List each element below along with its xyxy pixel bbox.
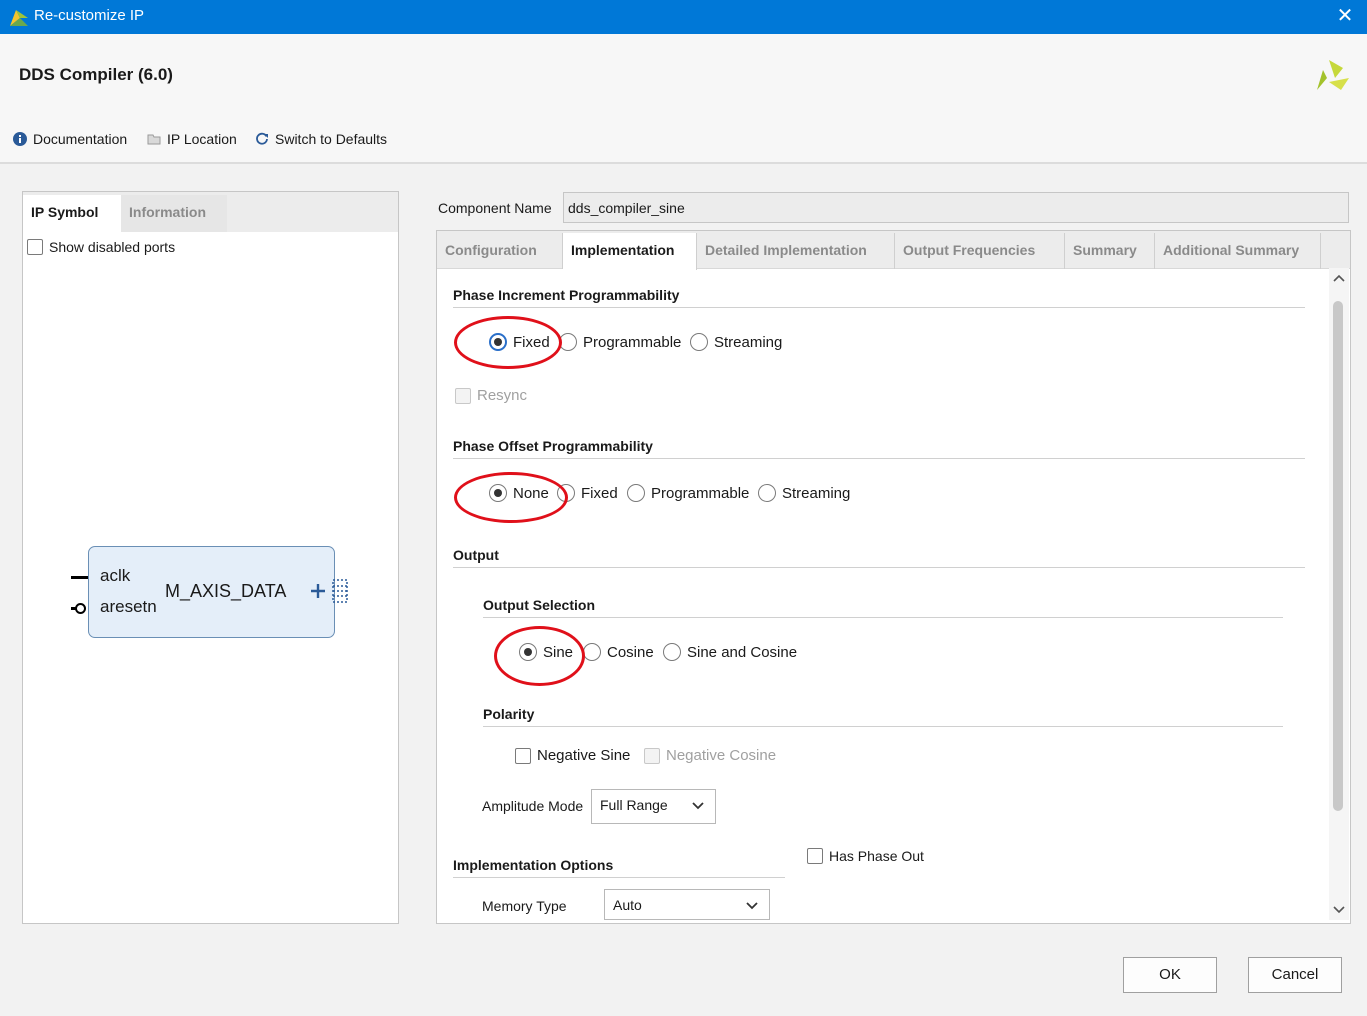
resync-option: Resync [455, 387, 527, 404]
scrollbar-thumb[interactable] [1333, 301, 1343, 811]
negative-sine-option[interactable]: Negative Sine [515, 747, 630, 764]
phase-inc-streaming[interactable]: Streaming [690, 333, 782, 351]
component-name-label: Component Name [438, 200, 552, 216]
phase-off-streaming-radio[interactable] [758, 484, 776, 502]
tab-output-frequencies[interactable]: Output Frequencies [895, 233, 1065, 269]
phase-off-programmable-radio[interactable] [627, 484, 645, 502]
port-m-axis-data: M_AXIS_DATA [165, 581, 287, 601]
phase-increment-title: Phase Increment Programmability [453, 287, 680, 303]
component-name-input[interactable]: dds_compiler_sine [563, 192, 1349, 223]
output-cosine[interactable]: Cosine [583, 643, 654, 661]
phase-off-programmable-label: Programmable [651, 484, 750, 502]
divider [483, 726, 1283, 727]
tab-implementation[interactable]: Implementation [563, 233, 697, 270]
highlight-circle [454, 472, 568, 523]
tab-ip-symbol[interactable]: IP Symbol [23, 195, 121, 232]
output-title: Output [453, 547, 499, 563]
show-disabled-ports-checkbox[interactable] [27, 239, 43, 255]
divider [453, 458, 1305, 459]
folder-icon [147, 134, 161, 145]
amplitude-mode-value: Full Range [600, 797, 668, 813]
output-cosine-radio[interactable] [583, 643, 601, 661]
phase-inc-programmable-label: Programmable [583, 333, 682, 351]
ip-title: DDS Compiler (6.0) [19, 65, 173, 84]
tab-configuration[interactable]: Configuration [437, 233, 563, 269]
app-logo-icon [10, 10, 28, 26]
switch-defaults-label: Switch to Defaults [275, 131, 388, 147]
documentation-label: Documentation [33, 131, 128, 147]
polarity-title: Polarity [483, 706, 535, 722]
tab-summary[interactable]: Summary [1065, 233, 1155, 269]
memory-type-value: Auto [613, 897, 642, 913]
phase-inc-streaming-radio[interactable] [690, 333, 708, 351]
output-selection-title: Output Selection [483, 597, 595, 613]
chevron-down-icon [746, 902, 758, 910]
xilinx-logo-icon [1317, 60, 1349, 90]
axis-bus-plus-icon[interactable] [309, 578, 349, 604]
chevron-up-icon[interactable] [1332, 272, 1346, 286]
output-cosine-label: Cosine [607, 643, 654, 661]
phase-offset-title: Phase Offset Programmability [453, 438, 653, 454]
output-sine-and-cosine-radio[interactable] [663, 643, 681, 661]
phase-inc-streaming-label: Streaming [714, 333, 783, 351]
output-sine-and-cosine-label: Sine and Cosine [687, 643, 798, 661]
aclk-pin [71, 576, 88, 579]
cancel-button[interactable]: Cancel [1248, 957, 1342, 993]
ok-button[interactable]: OK [1123, 957, 1217, 993]
info-icon [13, 132, 27, 146]
left-panel: IP Symbol Information Show disabled port… [22, 191, 399, 924]
divider [453, 877, 785, 878]
switch-defaults-button[interactable]: Switch to Defaults [255, 131, 387, 147]
documentation-button[interactable]: Documentation [13, 131, 127, 147]
ip-location-label: IP Location [167, 131, 237, 147]
divider [483, 617, 1283, 618]
resync-checkbox [455, 387, 471, 404]
implementation-options-title: Implementation Options [453, 857, 614, 873]
phase-off-streaming[interactable]: Streaming [758, 484, 850, 502]
resync-label: Resync [477, 387, 528, 404]
negative-cosine-option: Negative Cosine [644, 747, 776, 764]
highlight-circle [454, 316, 562, 369]
port-aresetn: aresetn [100, 597, 157, 616]
close-icon[interactable]: ✕ [1333, 4, 1357, 28]
has-phase-out-label: Has Phase Out [829, 848, 924, 864]
negative-sine-checkbox[interactable] [515, 747, 531, 764]
output-sine-and-cosine[interactable]: Sine and Cosine [663, 643, 797, 661]
title-bar: Re-customize IP ✕ [0, 0, 1367, 34]
port-aclk: aclk [100, 566, 131, 585]
vertical-scrollbar[interactable] [1329, 268, 1349, 920]
window-title: Re-customize IP [34, 7, 145, 24]
divider [453, 307, 1305, 308]
aresetn-bubble-icon [75, 603, 86, 614]
phase-off-programmable[interactable]: Programmable [627, 484, 749, 502]
ip-symbol-block: aclk aresetn M_AXIS_DATA [88, 546, 335, 638]
phase-inc-programmable[interactable]: Programmable [559, 333, 681, 351]
negative-sine-label: Negative Sine [537, 747, 631, 764]
refresh-icon [256, 132, 268, 145]
show-disabled-ports-label: Show disabled ports [49, 239, 176, 255]
negative-cosine-checkbox [644, 747, 660, 764]
chevron-down-icon[interactable] [1332, 902, 1346, 916]
left-tab-bar: IP Symbol Information [23, 192, 398, 232]
ip-location-button[interactable]: IP Location [147, 131, 237, 147]
phase-off-fixed-label: Fixed [581, 484, 618, 502]
tab-detailed-implementation[interactable]: Detailed Implementation [697, 233, 895, 269]
amplitude-mode-select[interactable]: Full Range [591, 789, 716, 824]
has-phase-out-checkbox[interactable] [807, 848, 823, 864]
highlight-circle [494, 626, 585, 686]
has-phase-out-option[interactable]: Has Phase Out [807, 848, 924, 864]
phase-off-streaming-label: Streaming [782, 484, 851, 502]
tab-additional-summary[interactable]: Additional Summary [1155, 233, 1321, 269]
memory-type-select[interactable]: Auto [604, 889, 770, 920]
config-tab-bar: Configuration Implementation Detailed Im… [437, 231, 1350, 270]
memory-type-label: Memory Type [482, 898, 567, 914]
tab-information[interactable]: Information [121, 195, 227, 232]
divider [453, 567, 1305, 568]
amplitude-mode-label: Amplitude Mode [482, 798, 584, 814]
show-disabled-ports[interactable]: Show disabled ports [27, 239, 175, 255]
negative-cosine-label: Negative Cosine [666, 747, 777, 764]
chevron-down-icon [692, 802, 704, 810]
